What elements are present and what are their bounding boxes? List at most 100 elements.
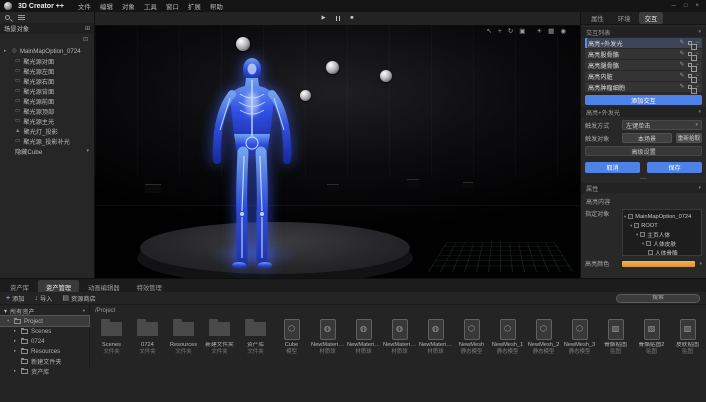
object-tree-row[interactable]: ▾ MainMapOption_0724 [624,212,700,221]
asset-tile-texture[interactable]: ▨ 骨骼贴图 贴图 [599,316,632,355]
panel-toggle-icon[interactable]: ⊞ [85,25,90,32]
chevron-down-icon[interactable]: ▾ [642,241,644,247]
target-scene-button[interactable]: 本场景 [622,133,672,143]
close-button[interactable]: × [695,3,699,9]
tree-item-light[interactable]: ▭ 聚光源左面 [0,66,94,76]
asset-tile-mesh[interactable]: ⬡ NewMesh 静态模型 [455,316,488,355]
asset-tile-folder[interactable]: 资产库 文件夹 [239,316,272,355]
tab-interaction[interactable]: 交互 [639,12,664,24]
save-button[interactable]: 保存 [647,162,702,173]
move-tool-icon[interactable]: + [498,29,502,36]
import-asset-button[interactable]: ↓ 导入 [34,294,52,303]
stop-button[interactable]: ■ [350,16,353,22]
color-swatch[interactable] [622,261,695,267]
marker-sphere[interactable] [380,70,392,82]
checkbox[interactable] [648,250,653,255]
asset-tile-texture[interactable]: ▨ 皮肤贴图 贴图 [671,316,704,355]
marker-sphere[interactable] [300,90,311,101]
object-tree-row[interactable]: ▾ 人体皮肤 [624,239,700,248]
object-tree-row[interactable]: ▾ 主页人体 [624,230,700,239]
chevron-down-icon[interactable]: ▾ [636,232,638,238]
tree-item-light[interactable]: ▭ 聚光源右面 [0,76,94,86]
asset-tile-folder[interactable]: Scenes 文件夹 [95,316,128,355]
duplicate-icon[interactable] [688,52,692,56]
tab-environment[interactable]: 环境 [612,12,637,24]
edit-icon[interactable]: ✎ [679,84,684,90]
repick-button[interactable]: 重新拾取 [676,133,702,143]
tab-asset-library[interactable]: 资产库 [2,280,37,292]
marker-sphere[interactable] [326,61,339,74]
duplicate-icon[interactable] [688,63,692,67]
import-scene-icon[interactable]: ⊡ [83,36,88,43]
menu-extensions[interactable]: 扩展 [188,1,201,11]
asset-tile-material[interactable]: ◍ NewMaterial... 材质球 [347,316,380,355]
scale-tool-icon[interactable]: ▣ [519,29,525,36]
asset-tile-folder[interactable]: 新建文件夹 文件夹 [203,316,236,355]
object-tree-row[interactable]: ▾ ROOT [624,221,700,230]
object-tree-box[interactable]: ▾ MainMapOption_0724 ▾ ROOT ▾ 主页人体 ▾ 人体皮… [622,209,702,256]
menu-tools[interactable]: 工具 [144,1,157,11]
all-assets-header[interactable]: ▾ 所有资产 ▾ [0,306,89,316]
interaction-row[interactable]: 高亮股骨骼 ✎ − [585,49,702,59]
interaction-row[interactable]: 高亮内脏 ✎ − [585,71,702,81]
duplicate-icon[interactable] [688,85,692,89]
lighting-icon[interactable]: ☀ [536,29,542,36]
scene-canvas[interactable]: ↖ + ↻ ▣ ☀ ▦ ◉ [95,26,580,278]
checkbox[interactable] [628,214,633,219]
duplicate-icon[interactable] [688,74,692,78]
chevron-right-icon[interactable]: ▸ [4,48,9,54]
edit-icon[interactable]: ✎ [679,62,684,68]
tab-asset-manager[interactable]: 资产管理 [38,280,79,292]
chevron-right-icon[interactable]: ▸ [14,338,18,344]
search-input[interactable] [616,294,700,303]
tree-item-light[interactable]: ▭ 聚光源_投影补光 [0,136,94,146]
minimize-button[interactable]: ─ [672,3,676,9]
chevron-down-icon[interactable]: ▾ [698,29,701,35]
select-tool-icon[interactable]: ↖ [486,29,491,36]
menu-edit[interactable]: 编辑 [100,1,113,11]
menu-file[interactable]: 文件 [78,1,91,11]
asset-tile-mesh[interactable]: ⬡ NewMesh_2 静态模型 [527,316,560,355]
checkbox[interactable] [646,241,651,246]
asset-store-button[interactable]: ▤ 资源商店 [62,294,95,303]
rotate-tool-icon[interactable]: ↻ [508,29,513,36]
folder-row[interactable]: 新建文件夹 [0,356,89,366]
folder-row[interactable]: ▸ 0724 [0,336,89,346]
maximize-button[interactable]: □ [684,3,688,9]
cancel-button[interactable]: 取消 [585,162,640,173]
asset-tile-material[interactable]: ◍ NewMaterial... 材质球 [311,316,344,355]
add-asset-button[interactable]: + 添加 [6,294,24,303]
edit-icon[interactable]: ✎ [679,40,684,46]
search-icon[interactable] [5,15,10,20]
camera-icon[interactable]: ◉ [560,29,566,36]
tree-item-light[interactable]: ▭ 聚光源背面 [0,86,94,96]
folder-row-project[interactable]: ▾ Project [0,316,89,326]
edit-icon[interactable]: ✎ [679,73,684,79]
splitter-handle[interactable]: — [581,176,706,181]
checkbox[interactable] [640,232,645,237]
tree-item-mainmap[interactable]: ▸ ◎ MainMapOption_0724 [0,46,94,56]
folder-row[interactable]: ▸ 资产库 [0,366,89,376]
chevron-right-icon[interactable]: ▸ [14,348,18,354]
chevron-down-icon[interactable]: ▾ [7,318,11,324]
asset-tile-mesh[interactable]: ⬡ NewMesh_3 静态模型 [563,316,596,355]
chevron-down-icon[interactable]: ▾ [86,148,94,154]
chevron-down-icon[interactable]: ▾ [698,109,701,115]
menu-object[interactable]: 对象 [122,1,135,11]
interaction-row[interactable]: 高亮肿瘤细胞 ✎ − [585,82,702,92]
tree-item-spotlight[interactable]: ▲ 聚光灯_投影 [0,126,94,136]
chevron-down-icon[interactable]: ▾ [698,185,701,191]
tree-item-light[interactable]: ▭ 聚光源顶部 [0,106,94,116]
asset-tile-material[interactable]: ◍ NewMaterial... 材质球 [419,316,452,355]
chevron-down-icon[interactable]: ▾ [699,261,702,267]
tab-animation-editor[interactable]: 动画编辑器 [80,280,127,292]
menu-window[interactable]: 窗口 [166,1,179,11]
interaction-row[interactable]: 高亮+外发光 ✎ − [585,38,702,48]
pause-button[interactable] [336,16,341,21]
asset-tile-texture[interactable]: ▨ 骨骼贴图2 贴图 [635,316,668,355]
trigger-mode-dropdown[interactable]: 左键单击 ▾ [622,120,702,130]
chevron-right-icon[interactable]: ▸ [14,328,18,334]
asset-tile-mesh[interactable]: ⬡ NewMesh_1 静态模型 [491,316,524,355]
edit-icon[interactable]: ✎ [679,51,684,57]
asset-tile-model[interactable]: ⬡ Cube 模型 [275,316,308,355]
